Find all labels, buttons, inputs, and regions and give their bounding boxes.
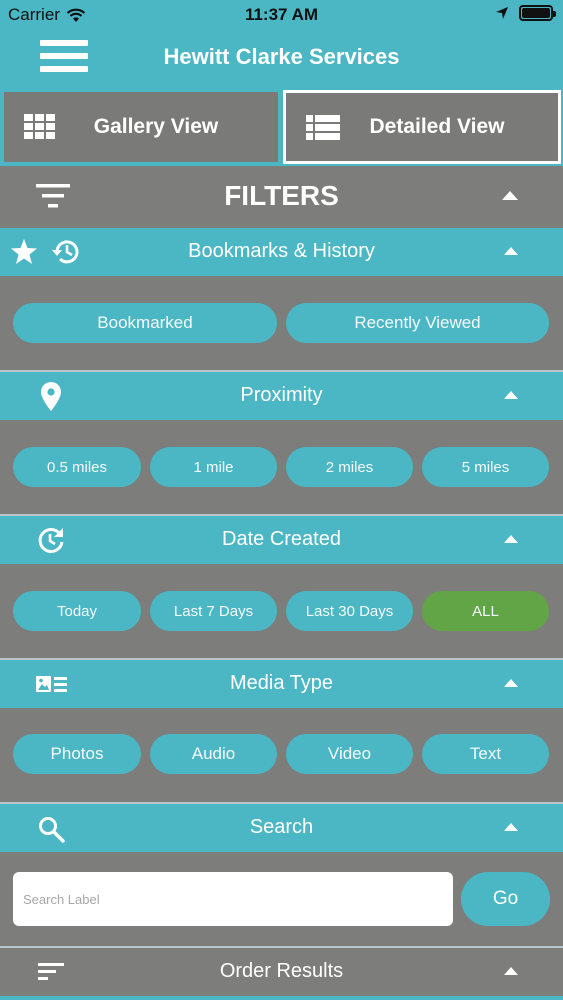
- chevron-up-icon[interactable]: [504, 535, 518, 543]
- proximity-title: Proximity: [240, 384, 323, 406]
- date-today-pill[interactable]: Today: [13, 591, 141, 631]
- proximity-0-5-miles-pill[interactable]: 0.5 miles: [13, 447, 141, 487]
- status-right: [495, 5, 556, 21]
- gallery-view-button[interactable]: Gallery View: [2, 90, 280, 164]
- list-icon: [306, 115, 340, 140]
- filters-title: FILTERS: [224, 180, 339, 211]
- section-header-bookmarks[interactable]: Bookmarks & History: [0, 228, 563, 276]
- battery-icon: [519, 5, 556, 21]
- proximity-5-miles-pill[interactable]: 5 miles: [422, 447, 549, 487]
- view-toggle-bar: Gallery View Detailed View: [0, 88, 563, 166]
- search-input[interactable]: [13, 872, 453, 926]
- section-header-search[interactable]: Search: [0, 804, 563, 852]
- order-results-title: Order Results: [219, 960, 344, 982]
- section-header-proximity[interactable]: Proximity: [0, 372, 563, 420]
- bookmarked-pill[interactable]: Bookmarked: [13, 303, 277, 343]
- bookmarks-title: Bookmarks & History: [188, 240, 375, 262]
- chevron-up-icon[interactable]: [504, 679, 518, 687]
- media-video-pill[interactable]: Video: [286, 734, 413, 774]
- bottom-edge: [0, 996, 563, 1000]
- chevron-up-icon[interactable]: [504, 391, 518, 399]
- date-last-30-days-pill[interactable]: Last 30 Days: [286, 591, 413, 631]
- app-title: Hewitt Clarke Services: [163, 44, 400, 69]
- date-created-title: Date Created: [222, 528, 341, 550]
- proximity-1-mile-pill[interactable]: 1 mile: [150, 447, 277, 487]
- media-text-pill[interactable]: Text: [422, 734, 549, 774]
- status-time: 11:37 AM: [244, 5, 319, 24]
- section-header-date-created[interactable]: Date Created: [0, 516, 563, 564]
- media-audio-pill[interactable]: Audio: [150, 734, 277, 774]
- date-last-7-days-pill[interactable]: Last 7 Days: [150, 591, 277, 631]
- chevron-up-icon[interactable]: [504, 823, 518, 831]
- chevron-up-icon[interactable]: [502, 191, 518, 200]
- search-title: Search: [249, 816, 314, 838]
- chevron-up-icon[interactable]: [504, 247, 518, 255]
- date-all-pill[interactable]: ALL: [422, 591, 549, 631]
- section-header-order-results[interactable]: Order Results: [0, 948, 563, 996]
- media-type-title: Media Type: [229, 672, 334, 694]
- grid-icon: [24, 114, 55, 139]
- chevron-up-icon[interactable]: [504, 967, 518, 975]
- detailed-view-button[interactable]: Detailed View: [283, 90, 561, 164]
- go-button[interactable]: Go: [461, 872, 550, 926]
- status-bar: Carrier 11:37 AM: [0, 0, 563, 30]
- section-header-media-type[interactable]: Media Type: [0, 660, 563, 708]
- location-arrow-icon: [496, 7, 508, 19]
- filters-header[interactable]: FILTERS: [0, 166, 563, 226]
- proximity-2-miles-pill[interactable]: 2 miles: [286, 447, 413, 487]
- recently-viewed-pill[interactable]: Recently Viewed: [286, 303, 549, 343]
- media-photos-pill[interactable]: Photos: [13, 734, 141, 774]
- app-header: Hewitt Clarke Services: [0, 30, 563, 88]
